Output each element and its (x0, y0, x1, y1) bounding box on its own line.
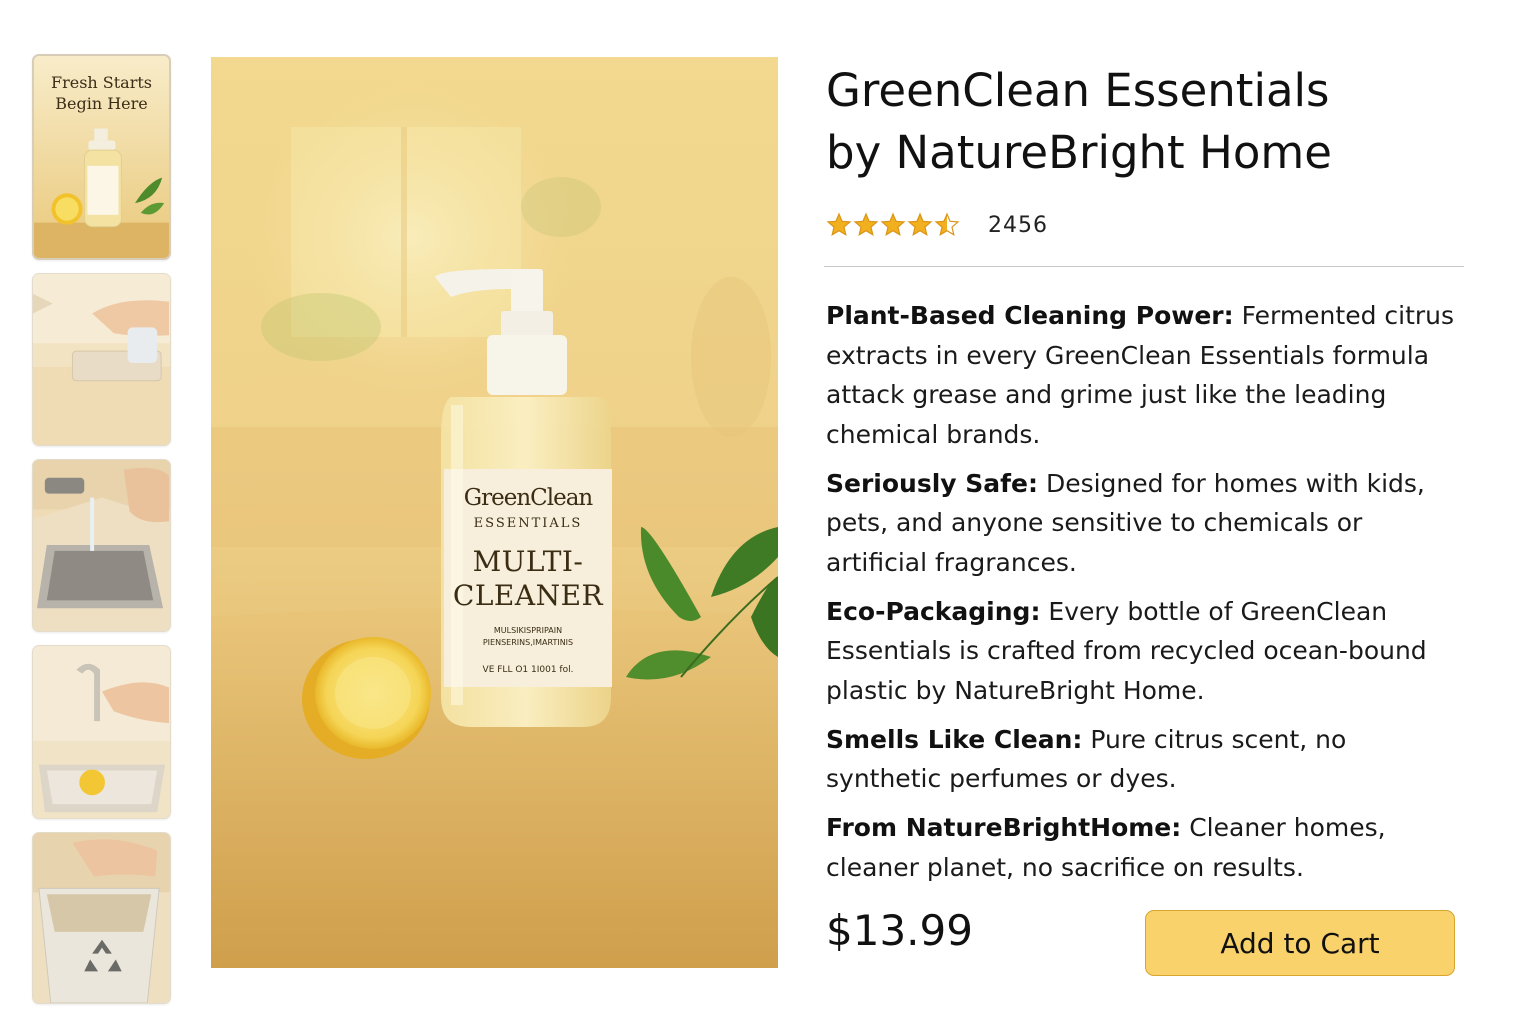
thumbnail-2[interactable] (32, 273, 171, 446)
bottle-product-name: MULTI- CLEANER (444, 545, 612, 613)
product-title-line-1: GreenClean Essentials (826, 64, 1330, 117)
feature-bullet-heading: Smells Like Clean: (826, 724, 1083, 754)
thumbnail-5-image (33, 833, 170, 1003)
thumbnail-4[interactable] (32, 645, 171, 819)
thumbnail-3[interactable] (32, 459, 171, 632)
price: $13.99 (826, 906, 973, 955)
feature-bullet: Seriously Safe: Designed for homes with … (826, 464, 1466, 583)
thumbnail-3-image (33, 460, 170, 631)
feature-bullet: From NatureBrightHome: Cleaner homes, cl… (826, 808, 1466, 887)
feature-bullet: Smells Like Clean: Pure citrus scent, no… (826, 720, 1466, 799)
bottle-fine-print-line-1: MULSIKISPRIPAIN (493, 626, 563, 635)
thumbnail-caption-line-2: Begin Here (55, 94, 148, 113)
bottle-product-line-2: CLEANER (452, 579, 604, 612)
feature-bullet-heading: Seriously Safe: (826, 468, 1038, 498)
feature-bullet-heading: Eco-Packaging: (826, 596, 1041, 626)
thumbnail-2-image (33, 274, 170, 445)
bottle-subtitle-text: ESSENTIALS (473, 516, 583, 531)
star-full-icon (880, 212, 906, 237)
thumbnail-5[interactable] (32, 832, 171, 1004)
thumbnail-4-image (33, 646, 170, 818)
rating-row[interactable]: 2456 (826, 210, 1048, 240)
bottle-fine-print: MULSIKISPRIPAIN PIENSERINS,IMARTINIS (444, 625, 612, 649)
bottle-volume-text: VE FLL O1 1I001 fol. (482, 665, 574, 675)
feature-bullet: Plant-Based Cleaning Power: Fermented ci… (826, 296, 1466, 454)
add-to-cart-button[interactable]: Add to Cart (1145, 910, 1455, 976)
product-details: GreenClean Essentials by NatureBright Ho… (824, 60, 1486, 955)
product-title: GreenClean Essentials by NatureBright Ho… (826, 60, 1486, 184)
thumbnail-1[interactable]: Fresh Starts Begin Here (32, 54, 171, 260)
product-title-line-2: by NatureBright Home (826, 126, 1332, 179)
main-product-image[interactable]: GreenClean ESSENTIALS MULTI- CLEANER MUL… (211, 57, 778, 968)
star-full-icon (853, 212, 879, 237)
star-full-icon (907, 212, 933, 237)
thumbnail-caption: Fresh Starts Begin Here (34, 72, 169, 114)
feature-bullet-heading: Plant-Based Cleaning Power: (826, 301, 1234, 330)
bottle-product-line-1: MULTI- (472, 545, 584, 578)
feature-bullets: Plant-Based Cleaning Power: Fermented ci… (826, 296, 1466, 897)
star-rating[interactable] (826, 212, 960, 238)
bottle-fine-print-line-2: PIENSERINS,IMARTINIS (482, 638, 574, 647)
star-half-icon (934, 212, 960, 237)
feature-bullet-heading: From NatureBrightHome: (826, 813, 1182, 842)
thumbnail-caption-line-1: Fresh Starts (50, 73, 153, 92)
main-image-scene (211, 57, 778, 968)
bottle-brand-text: GreenClean (463, 485, 594, 511)
feature-bullet: Eco-Packaging: Every bottle of GreenClea… (826, 592, 1466, 711)
review-count[interactable]: 2456 (988, 213, 1048, 238)
divider (824, 266, 1464, 267)
star-full-icon (826, 212, 852, 237)
